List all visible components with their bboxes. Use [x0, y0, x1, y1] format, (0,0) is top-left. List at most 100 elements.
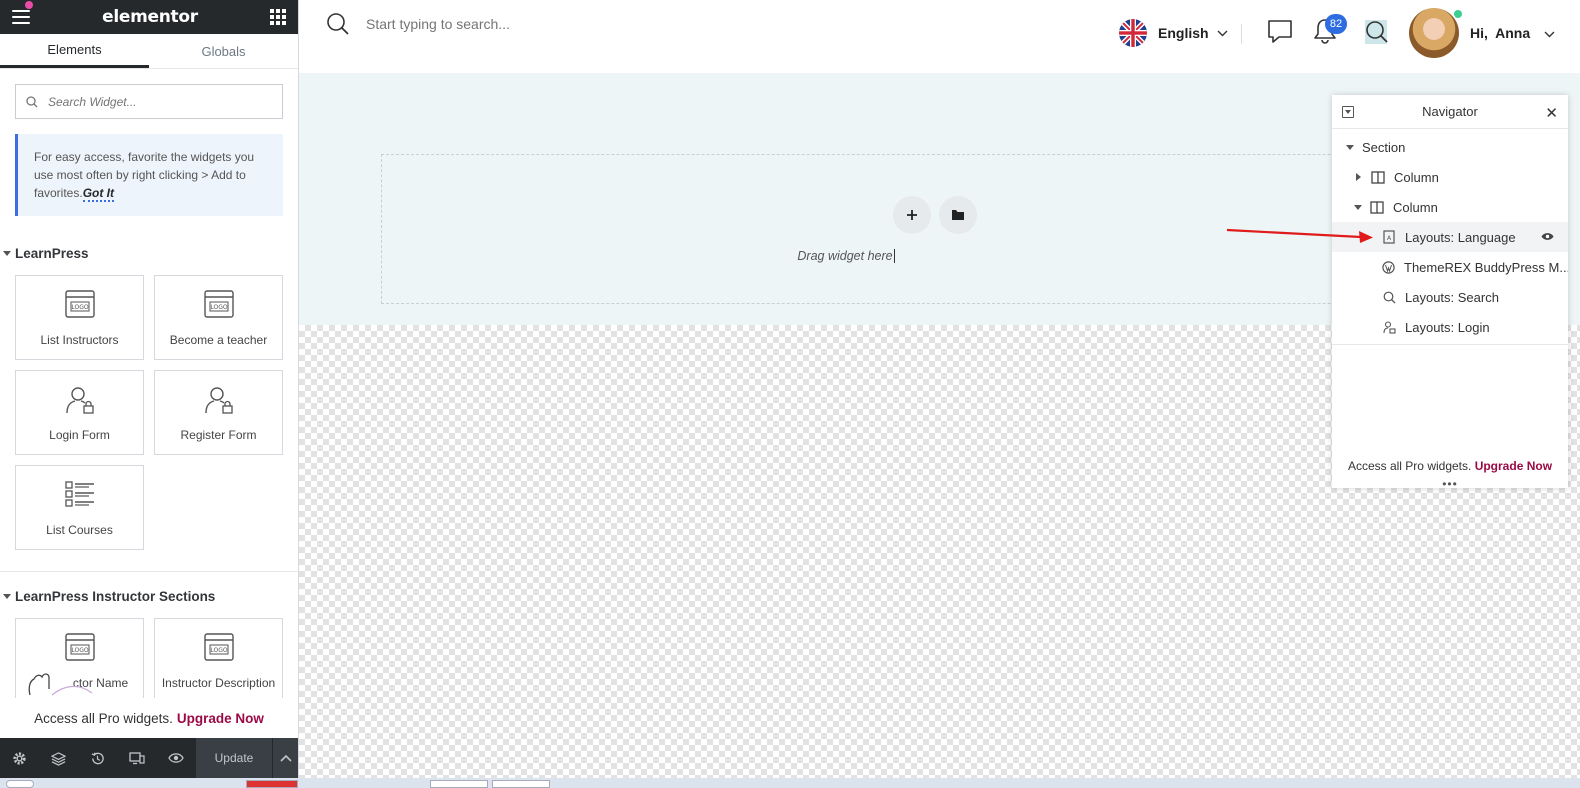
folder-icon	[952, 210, 964, 220]
hamburger-menu-icon[interactable]	[12, 10, 30, 24]
widgets-grid-icon[interactable]	[269, 9, 286, 25]
widget-label: List Instructors	[40, 333, 119, 347]
taskbar-item[interactable]	[6, 780, 34, 788]
navigator-header[interactable]: Navigator ✕	[1332, 95, 1568, 129]
caret-down-icon[interactable]	[1354, 204, 1362, 210]
tip-text: For easy access, favorite the widgets yo…	[34, 150, 255, 200]
caret-right-icon[interactable]	[1356, 173, 1361, 181]
widget-instructor-description[interactable]: LOGO Instructor Description	[154, 618, 283, 703]
svg-text:LOGO: LOGO	[210, 304, 228, 311]
language-switcher[interactable]: English	[1119, 19, 1228, 47]
language-label: English	[1158, 25, 1209, 41]
chevron-up-icon	[279, 754, 292, 762]
search-icon	[1382, 290, 1396, 304]
navigator-item-buddypress[interactable]: ThemeREX BuddyPress M...	[1332, 252, 1568, 282]
taskbar-item[interactable]	[430, 780, 488, 788]
widgets-grid-instructor: LOGO ctor Name LOGO Instructor Descripti…	[15, 618, 283, 703]
close-icon[interactable]: ✕	[1545, 104, 1558, 122]
pro-text: Access all Pro widgets.	[34, 710, 173, 726]
caret-down-icon[interactable]	[1346, 144, 1354, 150]
taskbar-item[interactable]	[246, 780, 298, 788]
avatar[interactable]	[1409, 8, 1459, 58]
tab-elements[interactable]: Elements	[0, 34, 149, 68]
update-options-button[interactable]	[272, 738, 298, 778]
category-learnpress[interactable]: LearnPress	[0, 246, 298, 261]
search-icon	[26, 95, 38, 107]
logo-widget-icon: LOGO	[64, 633, 95, 661]
search-icon[interactable]	[326, 12, 350, 36]
site-search-input[interactable]	[364, 15, 664, 33]
drag-hand-icon	[28, 673, 93, 696]
list-icon	[64, 481, 94, 507]
upgrade-now-link[interactable]: Upgrade Now	[1475, 459, 1552, 473]
navigator-item-section[interactable]: Section	[1332, 132, 1568, 162]
collapse-all-icon[interactable]	[1342, 106, 1354, 118]
widget-register-form[interactable]: Register Form	[154, 370, 283, 455]
navigator-item-label: Column	[1394, 169, 1439, 185]
navigator-item-label: Column	[1393, 199, 1438, 215]
panel-tabs: Elements Globals	[0, 34, 298, 69]
eye-icon[interactable]	[1541, 232, 1554, 241]
responsive-mode-button[interactable]	[117, 738, 156, 778]
widget-list-courses[interactable]: List Courses	[15, 465, 144, 550]
navigator-item-layouts-search[interactable]: Layouts: Search	[1332, 282, 1568, 312]
logo-widget-icon: LOGO	[64, 290, 95, 318]
widget-search-input[interactable]	[46, 93, 266, 110]
panel-pro-banner: Access all Pro widgets. Upgrade Now	[0, 698, 298, 738]
history-button[interactable]	[78, 738, 117, 778]
gear-icon	[13, 751, 26, 765]
navigator-item-label: ThemeREX BuddyPress M...	[1404, 259, 1568, 275]
navigator-item-label: Layouts: Login	[1405, 319, 1490, 335]
user-lock-icon	[204, 387, 233, 414]
chevron-down-icon	[1217, 30, 1228, 36]
logo-widget-icon: LOGO	[203, 633, 234, 661]
language-layout-icon: A	[1382, 230, 1396, 244]
widget-label: Become a teacher	[169, 333, 268, 347]
navigator-item-label: Section	[1362, 139, 1406, 155]
plus-icon	[907, 210, 917, 220]
navigator-item-column[interactable]: Column	[1332, 192, 1568, 222]
svg-text:LOGO: LOGO	[210, 647, 228, 654]
user-greeting: Hi, Anna	[1470, 25, 1531, 41]
navigator-item-layouts-login[interactable]: Layouts: Login	[1332, 312, 1568, 342]
notification-dot	[25, 1, 33, 9]
upgrade-now-link[interactable]: Upgrade Now	[177, 711, 264, 726]
widget-label: List Courses	[46, 523, 113, 537]
navigator-button[interactable]	[39, 738, 78, 778]
widget-instructor-name[interactable]: LOGO ctor Name	[15, 618, 144, 703]
svg-text:A: A	[1387, 235, 1392, 242]
search-icon[interactable]	[1365, 20, 1389, 44]
brand-logo: elementor	[102, 7, 198, 27]
chat-icon[interactable]	[1267, 19, 1293, 45]
pro-text: Access all Pro widgets.	[1347, 459, 1472, 473]
navigator-empty-area	[1332, 344, 1568, 459]
resize-handle-icon[interactable]: •••	[1332, 477, 1568, 491]
add-widget-button[interactable]	[893, 196, 931, 234]
tab-globals[interactable]: Globals	[149, 34, 298, 68]
widget-list-instructors[interactable]: LOGO List Instructors	[15, 275, 144, 360]
got-it-link[interactable]: Got It	[82, 186, 115, 202]
widget-label: Login Form	[49, 428, 110, 442]
navigator-title: Navigator	[1422, 104, 1478, 119]
os-taskbar	[0, 778, 1580, 788]
widget-become-a-teacher[interactable]: LOGO Become a teacher	[154, 275, 283, 360]
update-button[interactable]: Update	[196, 738, 272, 778]
template-library-button[interactable]	[939, 196, 977, 234]
user-lock-icon	[65, 387, 94, 414]
column-icon	[1370, 200, 1384, 214]
preview-button[interactable]	[156, 738, 195, 778]
uk-flag-icon	[1119, 19, 1147, 47]
favorites-tip: For easy access, favorite the widgets yo…	[15, 134, 283, 216]
wordpress-icon	[1382, 260, 1395, 274]
taskbar-item[interactable]	[492, 780, 550, 788]
layers-icon	[51, 751, 66, 766]
widgets-grid-learnpress: LOGO List Instructors LOGO Become a teac…	[15, 275, 283, 550]
settings-button[interactable]	[0, 738, 39, 778]
navigator-panel: Navigator ✕ Section Column Column A Layo…	[1332, 95, 1568, 491]
category-learnpress-instructor-sections[interactable]: LearnPress Instructor Sections	[0, 589, 298, 604]
widget-login-form[interactable]: Login Form	[15, 370, 144, 455]
user-menu[interactable]: Hi, Anna	[1470, 25, 1555, 41]
navigator-item-column[interactable]: Column	[1332, 162, 1568, 192]
widget-search-box	[15, 84, 283, 119]
navigator-item-label: Layouts: Language	[1405, 229, 1516, 245]
